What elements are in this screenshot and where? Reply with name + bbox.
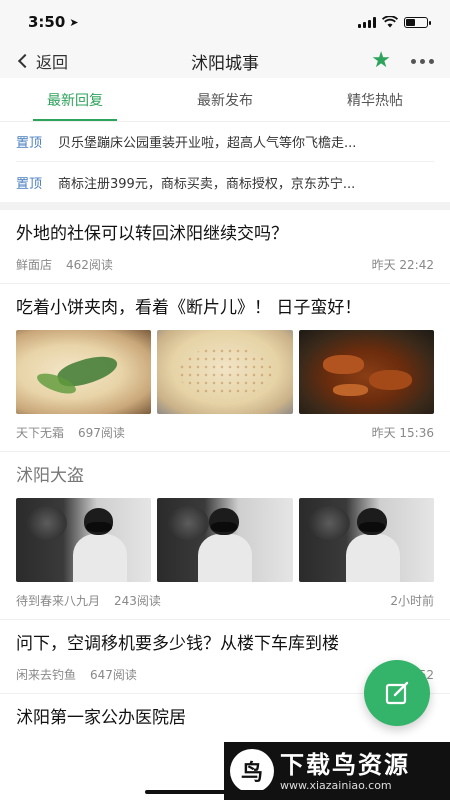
post-author: 鲜面店 <box>16 258 53 272</box>
nav-actions: ★ <box>371 50 434 72</box>
pinned-item[interactable]: 置顶 贝乐堡蹦床公园重装开业啦，超高人气等你飞檐走... <box>16 122 434 162</box>
pinned-list: 置顶 贝乐堡蹦床公园重装开业啦，超高人气等你飞檐走... 置顶 商标注册399元… <box>0 122 450 202</box>
post-meta: 天下无霜 697阅读 昨天 15:36 <box>16 424 434 441</box>
pinned-tag: 置顶 <box>16 136 43 151</box>
clock: 3:50 <box>28 13 66 31</box>
watermark-url: www.xiazainiao.com <box>280 778 392 792</box>
post-item[interactable]: 沭阳大盗 待到春来八九月 243阅读 2小时前 <box>0 452 450 620</box>
watermark-title: 下载鸟资源 <box>280 750 410 779</box>
post-title: 问下，空调移机要多少钱？从楼下车库到楼 <box>16 634 339 654</box>
post-author: 天下无霜 <box>16 426 65 440</box>
post-image-wrap[interactable] <box>16 330 152 414</box>
post-author: 待到春来八九月 <box>16 594 101 608</box>
tab-latest-reply[interactable]: 最新回复 <box>0 78 150 121</box>
tab-bar: 最新回复 最新发布 精华热帖 <box>0 78 450 122</box>
location-icon: ➤ <box>69 15 79 29</box>
post-item[interactable]: 外地的社保可以转回沭阳继续交吗？ 鲜面店 462阅读 昨天 22:42 <box>0 210 450 284</box>
pinned-text: 贝乐堡蹦床公园重装开业啦，超高人气等你飞檐走... <box>58 136 357 151</box>
wifi-icon <box>382 16 398 28</box>
favorite-star-icon[interactable]: ★ <box>371 50 391 72</box>
chevron-left-icon <box>17 53 33 69</box>
post-meta: 鲜面店 462阅读 昨天 22:42 <box>16 256 434 273</box>
more-options-icon[interactable] <box>411 58 434 64</box>
post-time: 昨天 15:36 <box>371 426 434 440</box>
nav-bar: 返回 沭阳城事 ★ <box>0 44 450 78</box>
post-reads: 647阅读 <box>90 668 137 682</box>
post-images <box>16 498 434 582</box>
post-reads: 697阅读 <box>78 426 125 440</box>
post-author: 闲来去钓鱼 <box>16 668 77 682</box>
post-title: 外地的社保可以转回沭阳继续交吗？ <box>16 224 288 244</box>
tab-featured[interactable]: 精华热帖 <box>300 78 450 121</box>
post-image-pancake[interactable] <box>157 330 293 414</box>
pinned-item[interactable]: 置顶 商标注册399元，商标买卖，商标授权，京东苏宁... <box>16 162 434 202</box>
post-reads: 462阅读 <box>66 258 113 272</box>
cellular-signal-icon <box>358 16 376 28</box>
section-divider <box>0 202 450 210</box>
compose-button[interactable] <box>364 660 430 726</box>
post-image-meat[interactable] <box>298 330 434 414</box>
pinned-tag: 置顶 <box>16 176 43 192</box>
tab-latest-post[interactable]: 最新发布 <box>150 78 300 121</box>
back-label: 返回 <box>36 53 69 72</box>
home-indicator <box>145 790 280 794</box>
pinned-text: 商标注册399元，商标买卖，商标授权，京东苏宁... <box>58 176 356 192</box>
post-time: 昨天 22:42 <box>371 258 434 272</box>
watermark-text: 下载鸟资源 www.xiazainiao.com <box>280 751 410 792</box>
battery-icon <box>404 16 431 28</box>
post-image-cctv[interactable] <box>16 498 152 582</box>
status-icons <box>358 16 431 28</box>
post-image-cctv[interactable] <box>298 498 434 582</box>
post-title: 吃着小饼夹肉，看着《断片儿》！ 日子蛮好！ <box>16 298 362 318</box>
watermark-logo: 鸟 <box>230 749 274 793</box>
post-title: 沭阳大盗 <box>16 466 84 486</box>
page-title: 沭阳城事 <box>191 53 259 74</box>
post-time: 2小时前 <box>390 594 434 608</box>
edit-icon <box>385 681 409 705</box>
post-meta: 待到春来八九月 243阅读 2小时前 <box>16 592 434 609</box>
post-reads: 243阅读 <box>114 594 161 608</box>
post-images <box>16 330 434 414</box>
status-bar: 3:50 ➤ <box>0 0 450 44</box>
status-time: 3:50 ➤ <box>28 13 79 31</box>
post-item[interactable]: 吃着小饼夹肉，看着《断片儿》！ 日子蛮好！ 天下无霜 697阅读 昨天 15:3… <box>0 284 450 452</box>
post-image-cctv[interactable] <box>157 498 293 582</box>
back-button[interactable]: 返回 <box>17 49 69 73</box>
